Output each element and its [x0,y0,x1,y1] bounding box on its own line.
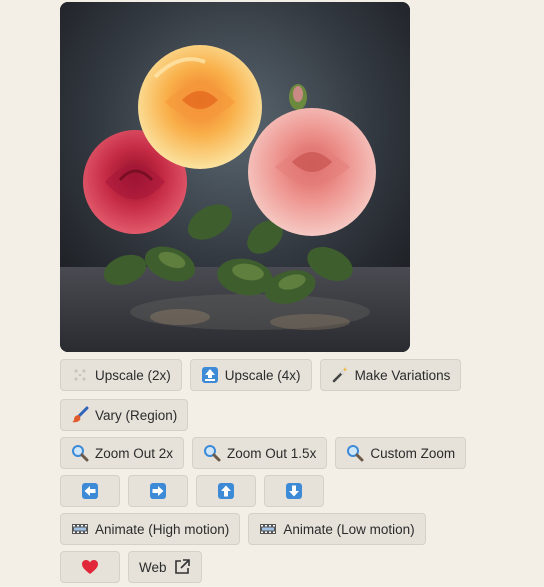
upscale-2x-label: Upscale (2x) [95,367,171,383]
magnifier-icon [346,444,364,462]
magnifier-icon [203,444,221,462]
favorite-button[interactable] [60,551,120,583]
vary-region-label: Vary (Region) [95,407,178,423]
up-arrow-box-icon [201,366,219,384]
up-arrow-icon [217,482,235,500]
web-label: Web [139,559,167,575]
extras-row: Web [60,551,202,583]
web-button[interactable]: Web [128,551,202,583]
make-variations-button[interactable]: Make Variations [319,359,462,391]
animate-high-motion-button[interactable]: Animate (High motion) [60,513,241,545]
external-link-icon [173,558,191,576]
custom-zoom-button[interactable]: Custom Zoom [335,437,467,469]
pan-left-button[interactable] [60,475,120,507]
upscale-row: Upscale (2x) Upscale (4x) Make Variation… [60,359,462,391]
upscale-4x-label: Upscale (4x) [224,367,301,383]
upscale-4x-button[interactable]: Upscale (4x) [189,359,312,391]
magnifier-icon [71,444,89,462]
pan-down-button[interactable] [264,475,324,507]
make-variations-label: Make Variations [354,367,451,383]
zoom-out-1-5x-label: Zoom Out 1.5x [227,445,317,461]
animate-high-motion-label: Animate (High motion) [95,521,230,537]
animate-low-motion-button[interactable]: Animate (Low motion) [248,513,426,545]
generated-image[interactable] [60,2,410,352]
right-arrow-icon [149,482,167,500]
vary-row: Vary (Region) [60,399,189,431]
roses-painting [60,2,410,352]
animate-row: Animate (High motion) Animate (Low motio… [60,513,426,545]
magic-wand-icon [331,366,349,384]
down-arrow-icon [285,482,303,500]
film-frames-icon [71,520,89,538]
vary-region-button[interactable]: Vary (Region) [60,399,189,431]
paintbrush-icon [71,406,89,424]
custom-zoom-label: Custom Zoom [370,445,456,461]
animate-low-motion-label: Animate (Low motion) [283,521,415,537]
pan-right-button[interactable] [128,475,188,507]
zoom-row: Zoom Out 2x Zoom Out 1.5x Custom Zoom [60,437,467,469]
film-frames-icon [259,520,277,538]
pan-row [60,475,324,507]
zoom-out-2x-label: Zoom Out 2x [95,445,174,461]
upscale-2x-button[interactable]: Upscale (2x) [60,359,182,391]
sparkle-icon [71,366,89,384]
zoom-out-1-5x-button[interactable]: Zoom Out 1.5x [192,437,328,469]
left-arrow-icon [81,482,99,500]
pan-up-button[interactable] [196,475,256,507]
zoom-out-2x-button[interactable]: Zoom Out 2x [60,437,185,469]
red-heart-icon [81,558,99,576]
